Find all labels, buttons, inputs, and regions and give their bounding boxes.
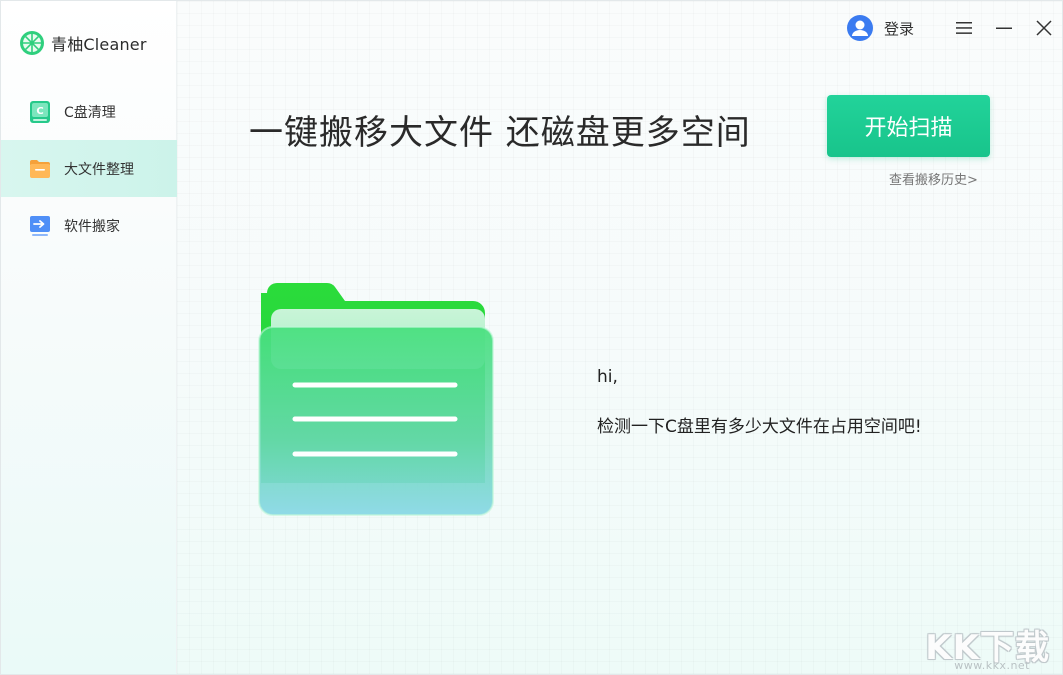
sidebar-item-c-drive-clean[interactable]: C C盘清理 (1, 83, 177, 140)
brand: 青柚Cleaner (19, 29, 147, 57)
minimize-icon (996, 27, 1012, 29)
sidebar-item-label: C盘清理 (64, 104, 116, 121)
watermark: KK下载 www.kkx.net (925, 620, 1056, 672)
login-link[interactable]: 登录 (884, 18, 914, 39)
minimize-button[interactable] (984, 11, 1024, 45)
greeting-text: hi, (597, 367, 618, 387)
title-bar: 登录 (846, 11, 1062, 45)
menu-button[interactable] (944, 11, 984, 45)
lime-logo-icon (20, 31, 44, 55)
sidebar-item-label: 大文件整理 (64, 161, 134, 178)
watermark-url: www.kkx.net (954, 659, 1030, 672)
sidebar: 青柚Cleaner C C盘清理 大文件整理 软件搬家 (1, 1, 177, 674)
svg-text:C: C (36, 106, 43, 117)
large-folder-illustration-icon (258, 283, 494, 516)
menu-icon (956, 22, 972, 34)
app-name: 青柚Cleaner (51, 35, 147, 54)
sidebar-nav: C C盘清理 大文件整理 软件搬家 (1, 83, 177, 254)
main-panel: 登录 一键搬移大文件 还磁盘更多空间 开始扫描 查看搬移历史> hi, 检测一下… (177, 1, 1062, 674)
folder-icon (30, 159, 50, 178)
description-text: 检测一下C盘里有多少大文件在占用空间吧! (597, 417, 922, 437)
software-move-icon (30, 215, 50, 236)
sidebar-item-software-move[interactable]: 软件搬家 (1, 197, 177, 254)
sidebar-item-label: 软件搬家 (64, 218, 120, 235)
user-avatar-icon[interactable] (846, 14, 874, 42)
app-window: 青柚Cleaner C C盘清理 大文件整理 软件搬家 登录 一键搬移大文件 还… (0, 0, 1063, 675)
sidebar-item-large-files[interactable]: 大文件整理 (1, 140, 177, 197)
page-headline: 一键搬移大文件 还磁盘更多空间 (249, 113, 751, 153)
start-scan-button[interactable]: 开始扫描 (827, 95, 990, 157)
close-button[interactable] (1024, 11, 1062, 45)
move-history-link[interactable]: 查看搬移历史> (889, 169, 978, 188)
c-drive-icon: C (30, 100, 50, 123)
close-icon (1036, 20, 1052, 36)
